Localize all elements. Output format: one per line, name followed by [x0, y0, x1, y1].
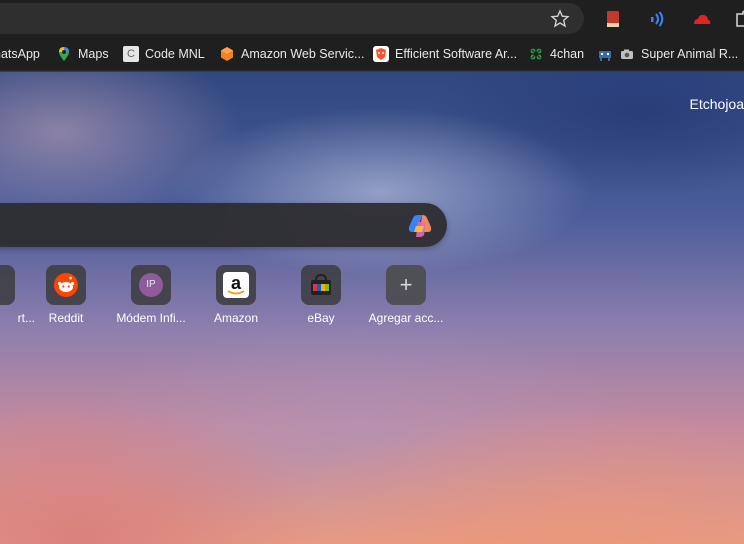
bookmark-super-animal[interactable]: Super Animal R...: [597, 38, 738, 70]
shortcut-ebay[interactable]: eBay: [281, 265, 361, 325]
bookmark-label: Amazon Web Servic...: [241, 47, 365, 61]
shortcut-amazon[interactable]: a Amazon: [196, 265, 276, 325]
bookmark-label: 4chan: [550, 47, 585, 61]
bookmark-label: Maps: [78, 47, 109, 61]
shortcut-label: Amazon: [213, 311, 259, 325]
shortcut-add[interactable]: + Agregar acc...: [366, 265, 446, 325]
bookmark-code-mnl[interactable]: C Code MNL: [123, 38, 205, 70]
maps-pin-icon: [59, 47, 69, 61]
favorite-star-icon[interactable]: [549, 8, 571, 30]
tile-box: a: [216, 265, 256, 305]
bookmark-label: hatsApp: [0, 47, 40, 61]
brave-lion-icon: [373, 46, 389, 62]
code-mnl-icon: C: [123, 46, 139, 62]
bookmark-label: Super Animal R...: [641, 47, 739, 61]
address-bar[interactable]: [0, 3, 584, 34]
amazon-icon: a: [223, 272, 249, 298]
ip-icon: IP: [139, 273, 163, 297]
bookmark-maps[interactable]: Maps: [56, 38, 109, 70]
camera-icon: [621, 49, 633, 59]
shortcut-reddit[interactable]: Reddit: [26, 265, 106, 325]
tile-box: [301, 265, 341, 305]
partial-icon: [0, 265, 15, 305]
shortcut-label: Reddit: [48, 311, 84, 325]
puzzle-extensions-icon[interactable]: [734, 8, 744, 30]
tile-box: +: [386, 265, 426, 305]
plus-icon: +: [399, 272, 413, 297]
book-extension-icon[interactable]: [602, 8, 624, 30]
copilot-icon[interactable]: [404, 208, 438, 242]
browser-toolbar: [0, 0, 744, 38]
bookmark-aws[interactable]: Amazon Web Servic...: [219, 38, 364, 70]
cloud-extension-icon[interactable]: [690, 8, 712, 30]
shortcut-label: Agregar acc...: [368, 311, 444, 325]
shortcut-label: eBay: [307, 311, 335, 325]
amazon-smile-icon: [227, 290, 245, 295]
bookmark-label: Efficient Software Ar...: [395, 47, 518, 61]
aws-hexagon-icon: [221, 47, 233, 61]
bookmark-4chan[interactable]: 4chan: [528, 38, 584, 70]
clover-icon: [530, 48, 542, 60]
bookmark-efficient-software[interactable]: Efficient Software Ar...: [373, 38, 517, 70]
bookmarks-bar: hatsApp Maps C Code MNL Amazon Web Servi…: [0, 38, 744, 71]
reddit-icon: [54, 273, 78, 297]
ebay-bag-icon: [311, 273, 331, 295]
audio-waves-extension-icon[interactable]: [646, 8, 668, 30]
user-name[interactable]: Etchojoa: [690, 96, 744, 112]
pixel-animal-icon: [599, 51, 611, 61]
search-box[interactable]: [0, 203, 447, 247]
tile-box: [46, 265, 86, 305]
shortcut-modem[interactable]: IP Módem Infi...: [111, 265, 191, 325]
tile-box: IP: [131, 265, 171, 305]
shortcut-label: Módem Infi...: [116, 311, 186, 325]
bookmark-label: Code MNL: [145, 47, 205, 61]
bookmark-whatsapp[interactable]: hatsApp: [0, 38, 40, 70]
